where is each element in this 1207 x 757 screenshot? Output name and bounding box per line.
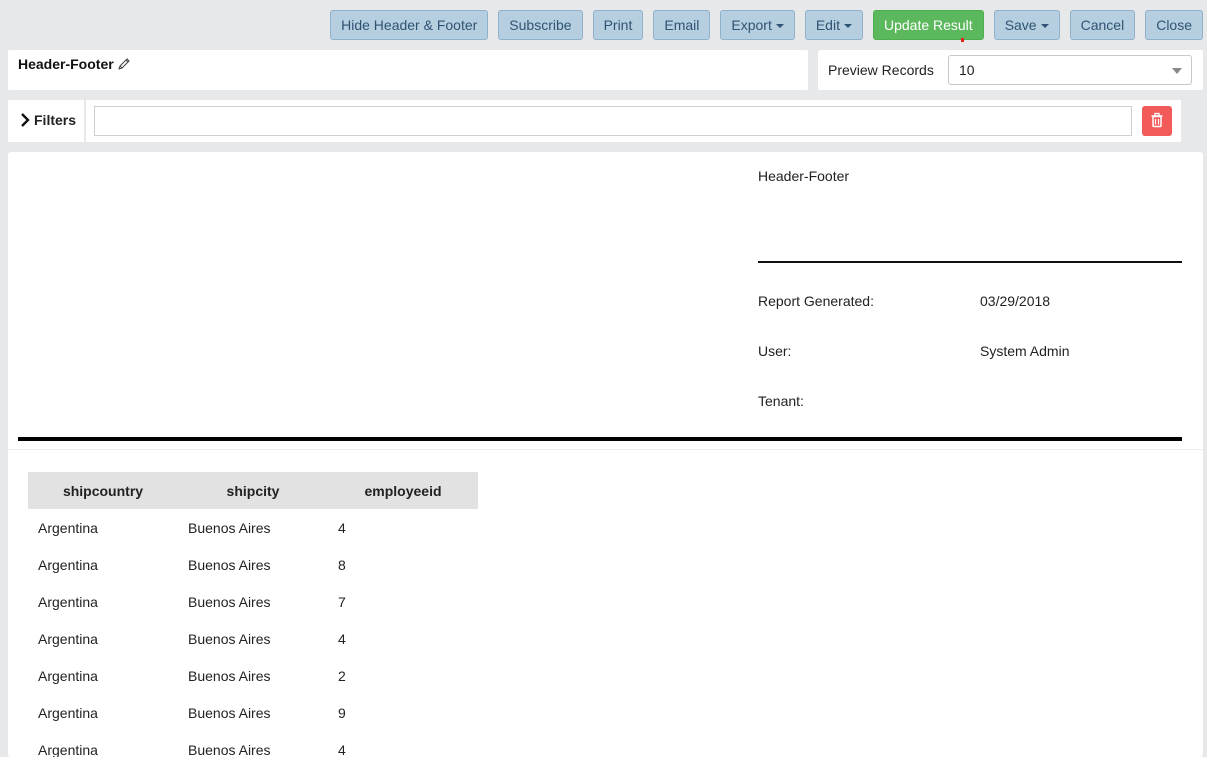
report-generated-value: 03/29/2018 xyxy=(980,293,1051,309)
filters-bar: Filters xyxy=(8,100,1203,142)
email-button[interactable]: Email xyxy=(653,10,711,40)
cell-shipcountry: Argentina xyxy=(38,593,98,610)
header-bottom-rule xyxy=(18,437,1182,441)
cell-employeeid: 4 xyxy=(338,630,346,647)
user-label: User: xyxy=(758,343,792,359)
column-header-shipcountry: shipcountry xyxy=(28,472,178,509)
filters-label: Filters xyxy=(34,112,77,128)
preview-records-label: Preview Records xyxy=(828,62,934,78)
column-header-employeeid: employeeid xyxy=(328,472,478,509)
report-title-wrap: Header-Footer xyxy=(18,56,131,74)
cell-shipcity: Buenos Aires xyxy=(188,667,271,684)
user-value: System Admin xyxy=(980,343,1070,359)
column-header-shipcity: shipcity xyxy=(178,472,328,509)
cell-shipcountry: Argentina xyxy=(38,556,98,573)
edit-label: Edit xyxy=(815,17,840,33)
preview-records-value: 10 xyxy=(959,62,975,78)
cell-shipcity: Buenos Aires xyxy=(188,556,271,573)
table-row: Argentina Buenos Aires 7 xyxy=(28,583,478,620)
cell-employeeid: 4 xyxy=(338,519,346,536)
table-row: Argentina Buenos Aires 4 xyxy=(28,731,478,757)
export-dropdown-button[interactable]: Export xyxy=(720,10,795,40)
report-toolbar: Hide Header & Footer Subscribe Print Ema… xyxy=(330,10,1203,40)
table-row: Argentina Buenos Aires 2 xyxy=(28,657,478,694)
preview-records-select[interactable]: 10 xyxy=(948,55,1192,85)
chevron-down-icon xyxy=(1172,68,1182,74)
cell-shipcity: Buenos Aires xyxy=(188,593,271,610)
filters-toggle[interactable]: Filters xyxy=(8,100,84,142)
trash-icon xyxy=(1142,112,1172,139)
cell-shipcountry: Argentina xyxy=(38,741,98,757)
cell-shipcountry: Argentina xyxy=(38,667,98,684)
cell-employeeid: 4 xyxy=(338,741,346,757)
edit-dropdown-button[interactable]: Edit xyxy=(804,10,863,40)
caret-down-icon xyxy=(843,24,852,29)
cell-shipcountry: Argentina xyxy=(38,630,98,647)
table-row: Argentina Buenos Aires 9 xyxy=(28,694,478,731)
update-result-button[interactable]: Update Result xyxy=(872,10,984,40)
section-separator xyxy=(8,449,1203,450)
filter-input[interactable] xyxy=(94,106,1132,136)
cell-shipcity: Buenos Aires xyxy=(188,519,271,536)
table-row: Argentina Buenos Aires 8 xyxy=(28,546,478,583)
caret-down-icon xyxy=(775,24,784,29)
table-header-row: shipcountry shipcity employeeid xyxy=(28,472,478,509)
report-data-table: shipcountry shipcity employeeid Argentin… xyxy=(28,472,478,757)
preview-records-panel: Preview Records 10 xyxy=(818,50,1203,90)
table-row: Argentina Buenos Aires 4 xyxy=(28,620,478,657)
red-marker xyxy=(961,38,964,42)
subscribe-button[interactable]: Subscribe xyxy=(498,10,583,40)
cell-employeeid: 8 xyxy=(338,556,346,573)
cell-employeeid: 2 xyxy=(338,667,346,684)
cell-shipcity: Buenos Aires xyxy=(188,741,271,757)
save-label: Save xyxy=(1004,17,1037,33)
report-preview: Header-Footer Report Generated: 03/29/20… xyxy=(8,152,1203,757)
table-row: Argentina Buenos Aires 4 xyxy=(28,509,478,546)
hide-header-footer-button[interactable]: Hide Header & Footer xyxy=(330,10,489,40)
cell-employeeid: 9 xyxy=(338,704,346,721)
save-dropdown-button[interactable]: Save xyxy=(993,10,1060,40)
tenant-label: Tenant: xyxy=(758,393,804,409)
cell-shipcountry: Argentina xyxy=(38,704,98,721)
cell-shipcity: Buenos Aires xyxy=(188,630,271,647)
export-label: Export xyxy=(731,17,772,33)
cell-employeeid: 7 xyxy=(338,593,346,610)
report-title: Header-Footer xyxy=(18,56,114,72)
caret-down-icon xyxy=(1040,24,1049,29)
filter-strip xyxy=(86,100,1181,142)
pencil-icon[interactable] xyxy=(117,57,131,74)
close-button[interactable]: Close xyxy=(1145,10,1203,40)
cell-shipcity: Buenos Aires xyxy=(188,704,271,721)
report-title-panel: Header-Footer xyxy=(8,50,808,90)
report-generated-label: Report Generated: xyxy=(758,293,874,309)
cell-shipcountry: Argentina xyxy=(38,519,98,536)
header-block-title: Header-Footer xyxy=(758,168,850,184)
clear-filters-button[interactable] xyxy=(1142,106,1172,136)
header-divider xyxy=(758,261,1182,263)
print-button[interactable]: Print xyxy=(592,10,644,40)
cancel-button[interactable]: Cancel xyxy=(1069,10,1136,40)
chevron-right-icon xyxy=(20,113,30,130)
